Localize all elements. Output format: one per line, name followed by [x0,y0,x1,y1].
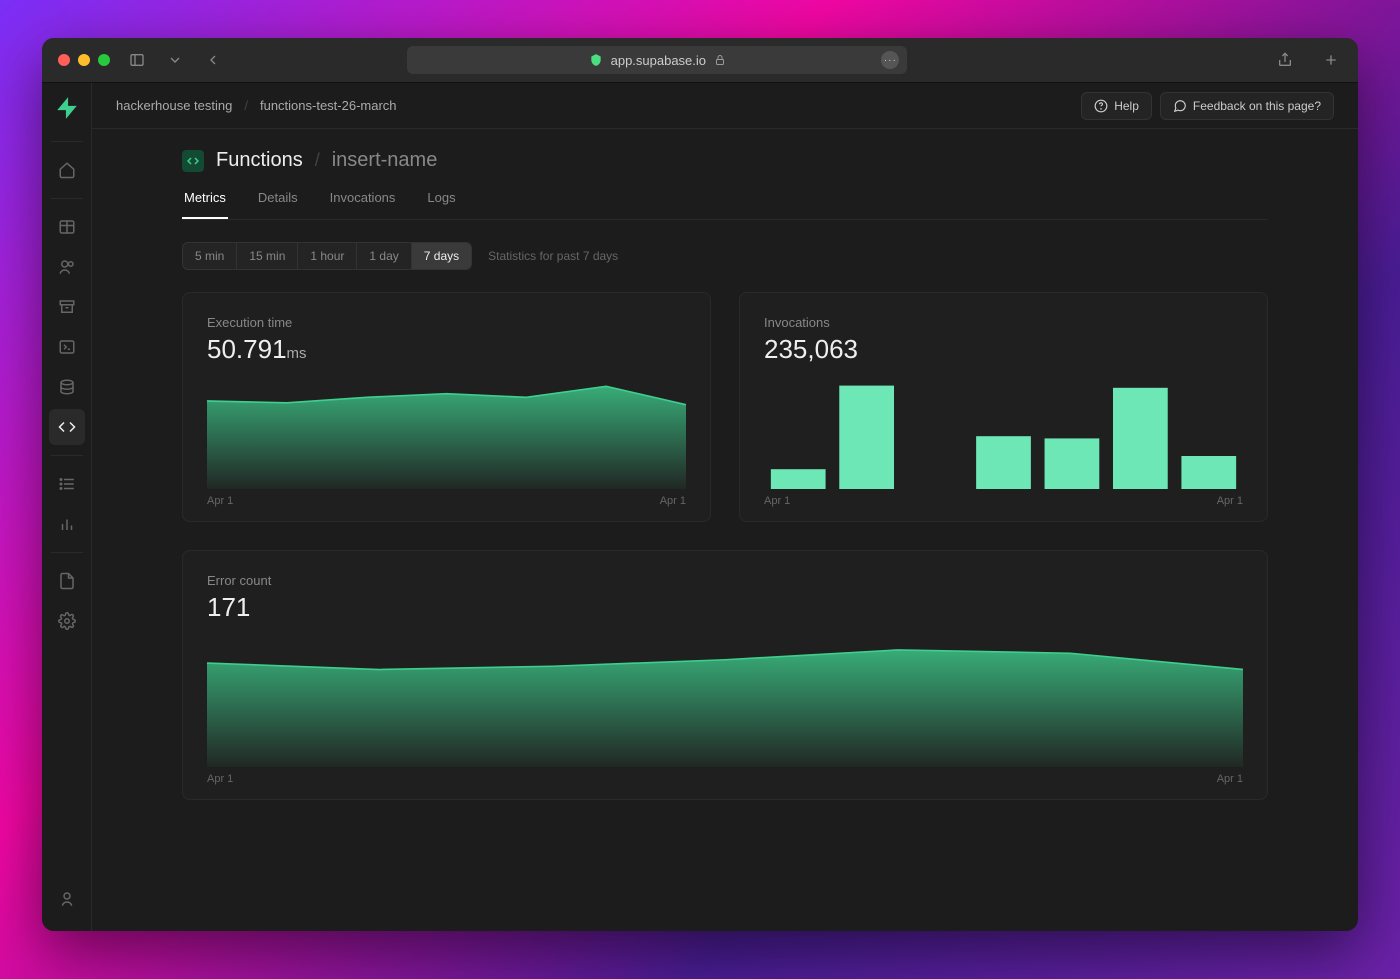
lock-icon [714,54,726,66]
sidebar-item-logs[interactable] [49,466,85,502]
maximize-window-button[interactable] [98,54,110,66]
sidebar-toggle-icon[interactable] [126,49,148,71]
range-15-min[interactable]: 15 min [237,243,298,269]
url-text: app.supabase.io [611,53,706,68]
tab-details[interactable]: Details [256,190,300,219]
sidebar-item-storage[interactable] [49,289,85,325]
range-7-days[interactable]: 7 days [412,243,471,269]
exec-axis-right: Apr 1 [660,495,686,507]
sidebar-item-sql[interactable] [49,329,85,365]
sidebar-item-auth[interactable] [49,249,85,285]
feedback-button[interactable]: Feedback on this page? [1160,92,1334,120]
inv-axis-left: Apr 1 [764,495,790,507]
app-sidebar [42,83,92,931]
section-title[interactable]: Functions [216,149,303,172]
breadcrumb-separator: / [244,98,248,113]
share-icon[interactable] [1274,49,1296,71]
more-icon[interactable]: ··· [881,51,899,69]
user-icon [58,890,76,908]
list-icon [58,475,76,493]
err-chart [207,637,1243,767]
gear-icon [58,612,76,630]
help-icon [1094,99,1108,113]
help-button[interactable]: Help [1081,92,1152,120]
range-5-min[interactable]: 5 min [183,243,237,269]
tab-logs[interactable]: Logs [425,190,457,219]
sidebar-item-settings[interactable] [49,603,85,639]
sidebar-item-table[interactable] [49,209,85,245]
breadcrumb-header: hackerhouse testing / functions-test-26-… [92,83,1358,129]
sidebar-item-account[interactable] [49,881,85,917]
table-icon [58,218,76,236]
terminal-icon [58,338,76,356]
range-1-day[interactable]: 1 day [357,243,411,269]
inv-axis-right: Apr 1 [1217,495,1243,507]
function-name: insert-name [332,149,438,172]
exec-axis-left: Apr 1 [207,495,233,507]
title-separator: / [315,150,320,171]
sidebar-item-functions[interactable] [49,409,85,445]
url-bar[interactable]: app.supabase.io ··· [407,46,907,74]
browser-titlebar: app.supabase.io ··· [42,38,1358,83]
err-label: Error count [207,573,1243,588]
inv-label: Invocations [764,315,1243,330]
shield-icon [589,53,603,67]
functions-badge-icon [182,150,204,172]
back-button[interactable] [202,49,224,71]
range-1-hour[interactable]: 1 hour [298,243,357,269]
exec-unit: ms [287,345,307,362]
err-axis-right: Apr 1 [1217,773,1243,785]
supabase-logo-icon[interactable] [54,95,80,121]
inv-value: 235,063 [764,334,858,364]
comment-icon [1173,99,1187,113]
exec-value: 50.791 [207,334,287,364]
exec-chart [207,379,686,489]
err-value: 171 [207,592,250,622]
breadcrumb-org[interactable]: hackerhouse testing [116,98,232,113]
database-icon [58,378,76,396]
card-invocations: Invocations 235,063 Apr 1 Apr 1 [739,292,1268,522]
sidebar-item-home[interactable] [49,152,85,188]
close-window-button[interactable] [58,54,70,66]
breadcrumb-project[interactable]: functions-test-26-march [260,98,397,113]
code-icon [58,418,76,436]
minimize-window-button[interactable] [78,54,90,66]
exec-label: Execution time [207,315,686,330]
users-icon [58,258,76,276]
help-label: Help [1114,99,1139,113]
archive-icon [58,298,76,316]
bar-chart-icon [58,515,76,533]
card-error-count: Error count 171 Apr 1 Apr 1 [182,550,1268,800]
feedback-label: Feedback on this page? [1193,99,1321,113]
sidebar-item-reports[interactable] [49,506,85,542]
sidebar-item-database[interactable] [49,369,85,405]
sidebar-item-api-docs[interactable] [49,563,85,599]
home-icon [58,161,76,179]
tab-invocations[interactable]: Invocations [328,190,398,219]
stats-caption: Statistics for past 7 days [488,249,618,263]
err-axis-left: Apr 1 [207,773,233,785]
inv-chart [764,379,1243,489]
new-tab-icon[interactable] [1320,49,1342,71]
file-icon [58,572,76,590]
tab-metrics[interactable]: Metrics [182,190,228,219]
chevron-down-icon[interactable] [164,49,186,71]
card-execution-time: Execution time 50.791ms Apr 1 Apr 1 [182,292,711,522]
